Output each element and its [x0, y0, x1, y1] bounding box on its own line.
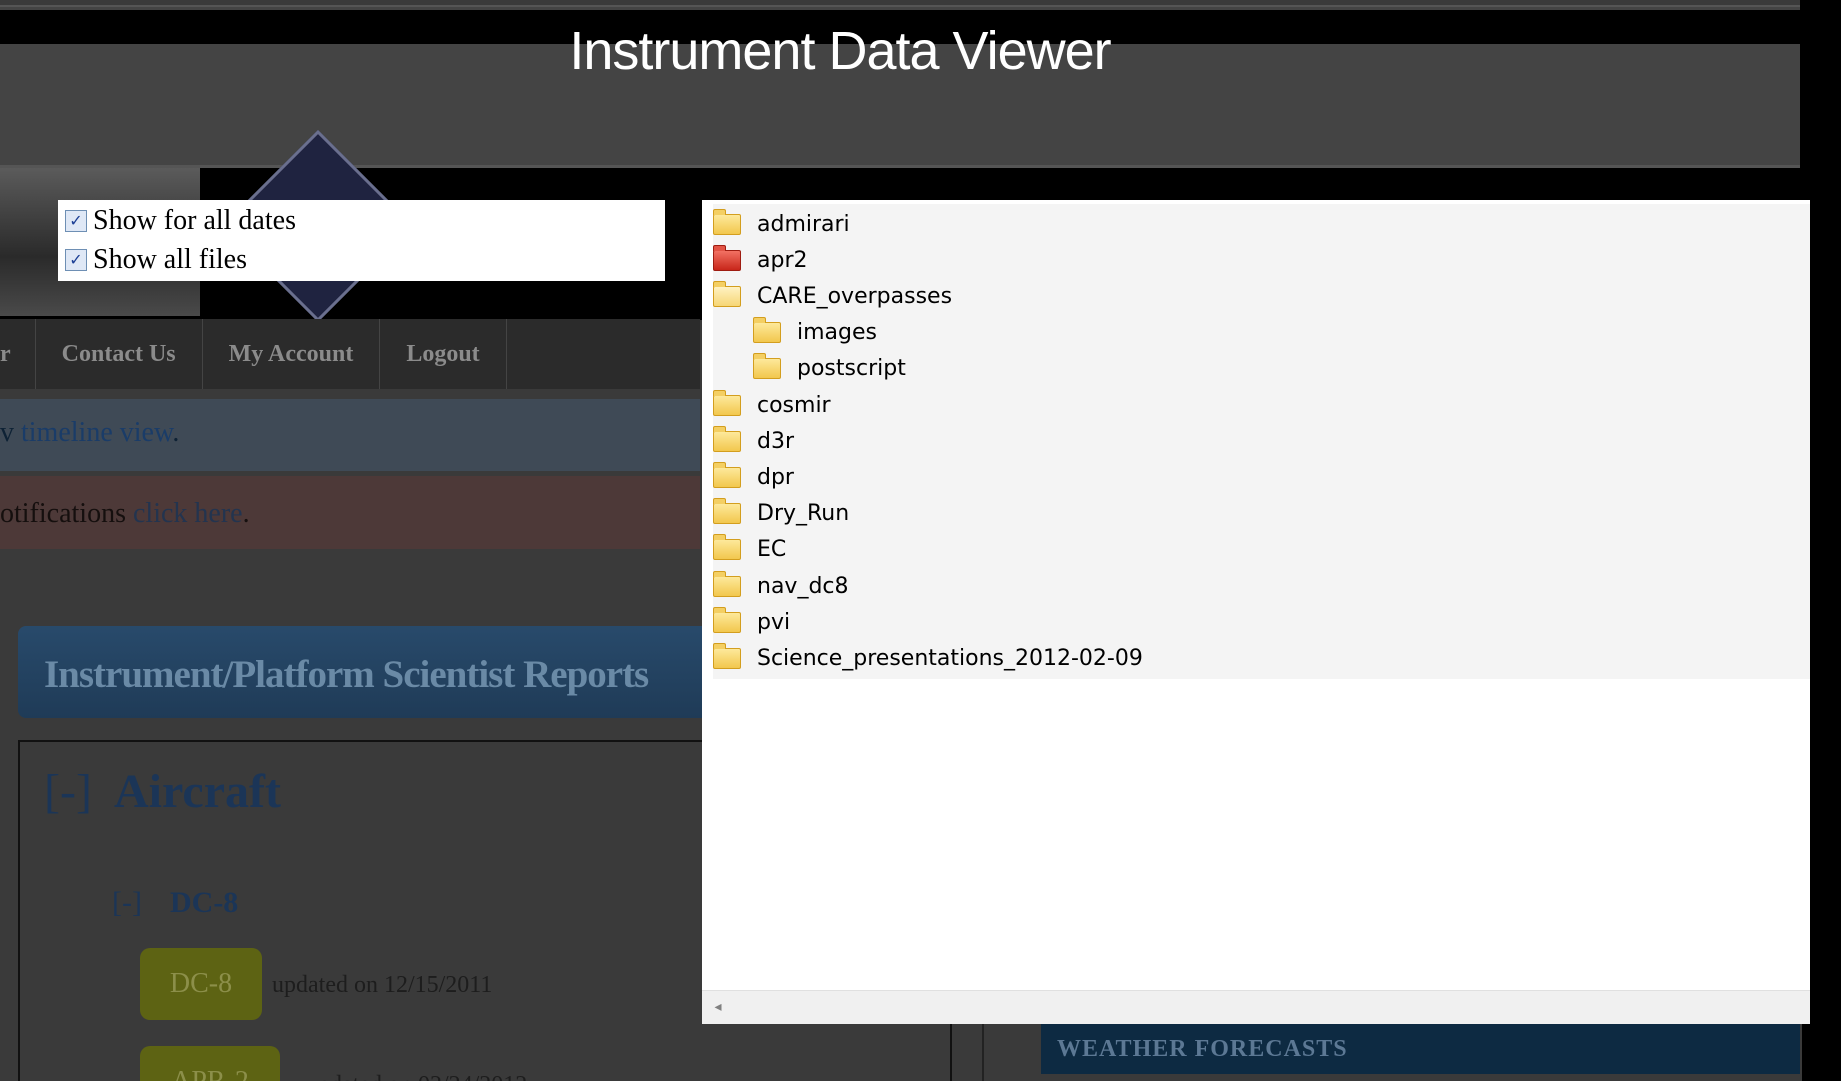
- reports-header: Instrument/Platform Scientist Reports: [18, 626, 718, 718]
- folder-item[interactable]: cosmir: [713, 387, 831, 423]
- folder-tree: admirari apr2 CARE_overpassesimages postscr…: [713, 204, 1810, 679]
- folder-name: apr2: [757, 247, 808, 273]
- weather-forecasts-header[interactable]: WEATHER FORECASTS: [1041, 1024, 1800, 1074]
- timeline-notice-text: v timeline view.: [0, 417, 179, 449]
- show-all-dates-label[interactable]: Show for all dates: [93, 205, 296, 237]
- dc8-report-button[interactable]: DC-8: [140, 948, 262, 1020]
- folder-name: images: [797, 320, 877, 346]
- folder-item[interactable]: postscript: [753, 351, 906, 387]
- show-all-dates-option[interactable]: ✓ Show for all dates: [65, 203, 296, 239]
- show-all-files-label[interactable]: Show all files: [93, 244, 247, 276]
- show-all-files-checkbox[interactable]: ✓: [65, 249, 87, 271]
- folder-name: postscript: [797, 356, 906, 382]
- folder-name: CARE_overpasses: [757, 283, 953, 309]
- folder-item[interactable]: Science_presentations_2012-02-09: [713, 640, 1143, 676]
- timeline-notice-suffix: .: [172, 417, 180, 448]
- folder-name: dpr: [757, 464, 794, 490]
- folder-icon: [713, 498, 741, 525]
- apr2-report-button[interactable]: APR-2: [140, 1046, 280, 1081]
- folder-name: Dry_Run: [757, 501, 850, 527]
- folder-name: pvi: [757, 609, 791, 635]
- notifications-notice-suffix: .: [242, 498, 250, 529]
- folder-name: admirari: [757, 211, 850, 237]
- dc8-section-header[interactable]: [-] DC-8: [112, 886, 238, 920]
- nav-item-logout[interactable]: Logout: [380, 319, 507, 389]
- notifications-notice-text: otifications click here.: [0, 498, 250, 530]
- folder-icon: [713, 244, 741, 271]
- nav-item-partial[interactable]: r: [0, 319, 36, 389]
- folder-icon: [713, 606, 741, 633]
- folder-name: nav_dc8: [757, 573, 849, 599]
- notifications-notice-prefix: otifications: [0, 498, 133, 529]
- folder-item[interactable]: CARE_overpasses: [713, 278, 952, 314]
- page: Instrument Data Viewer ✓ Show for all da…: [0, 0, 1841, 1081]
- scroll-left-arrow-icon[interactable]: ◂: [710, 999, 726, 1015]
- folder-item[interactable]: d3r: [713, 423, 794, 459]
- folder-icon: [713, 208, 741, 235]
- dc8-label: DC-8: [169, 886, 239, 919]
- folder-icon: [713, 534, 741, 561]
- reports-title: Instrument/Platform Scientist Reports: [44, 653, 649, 696]
- dc8-updated-date: updated on 12/15/2011: [272, 972, 493, 998]
- apr2-updated-date: updated on 02/24/2012: [306, 1072, 527, 1081]
- timeline-notice: v timeline view.: [0, 399, 700, 471]
- folder-item[interactable]: admirari: [713, 206, 850, 242]
- aircraft-section-header[interactable]: [-] Aircraft: [44, 764, 281, 819]
- folder-item[interactable]: images: [753, 315, 877, 351]
- folder-icon: [713, 570, 741, 597]
- folder-open-icon: [713, 280, 741, 307]
- show-all-dates-checkbox[interactable]: ✓: [65, 210, 87, 232]
- aircraft-label: Aircraft: [113, 765, 281, 818]
- timeline-notice-prefix: v: [0, 417, 21, 448]
- folder-icon: [713, 389, 741, 416]
- notifications-notice: otifications click here.: [0, 476, 700, 549]
- notifications-click-here-link[interactable]: click here: [133, 498, 243, 529]
- folder-item[interactable]: Dry_Run: [713, 496, 849, 532]
- folder-name: cosmir: [757, 392, 831, 418]
- nav-item-my-account[interactable]: My Account: [203, 319, 381, 389]
- timeline-view-link[interactable]: timeline view: [21, 417, 172, 448]
- folder-item[interactable]: apr2: [713, 242, 808, 278]
- dc8-collapse-toggle[interactable]: [-]: [112, 886, 142, 919]
- folder-item[interactable]: EC: [713, 532, 786, 568]
- folder-icon: [713, 425, 741, 452]
- folder-name: EC: [757, 537, 787, 563]
- folder-item[interactable]: dpr: [713, 459, 794, 495]
- main-nav: r Contact Us My Account Logout: [0, 319, 700, 389]
- nav-item-contact-us[interactable]: Contact Us: [36, 319, 203, 389]
- folder-name: d3r: [757, 428, 795, 454]
- aircraft-collapse-toggle[interactable]: [-]: [44, 765, 92, 818]
- page-title: Instrument Data Viewer: [569, 21, 1111, 81]
- folder-icon: [713, 642, 741, 669]
- weather-forecasts-title: WEATHER FORECASTS: [1057, 1036, 1348, 1062]
- folder-item[interactable]: pvi: [713, 604, 790, 640]
- folder-icon: [753, 317, 781, 344]
- show-all-files-option[interactable]: ✓ Show all files: [65, 242, 247, 278]
- folder-item[interactable]: nav_dc8: [713, 568, 849, 604]
- folder-icon: [753, 353, 781, 380]
- file-browser-popup: admirari apr2 CARE_overpassesimages postscr…: [702, 200, 1810, 1024]
- folder-icon: [713, 461, 741, 488]
- horizontal-scrollbar[interactable]: ◂: [702, 990, 1810, 1024]
- file-options-panel: ✓ Show for all dates ✓ Show all files: [58, 200, 665, 281]
- folder-name: Science_presentations_2012-02-09: [757, 645, 1143, 671]
